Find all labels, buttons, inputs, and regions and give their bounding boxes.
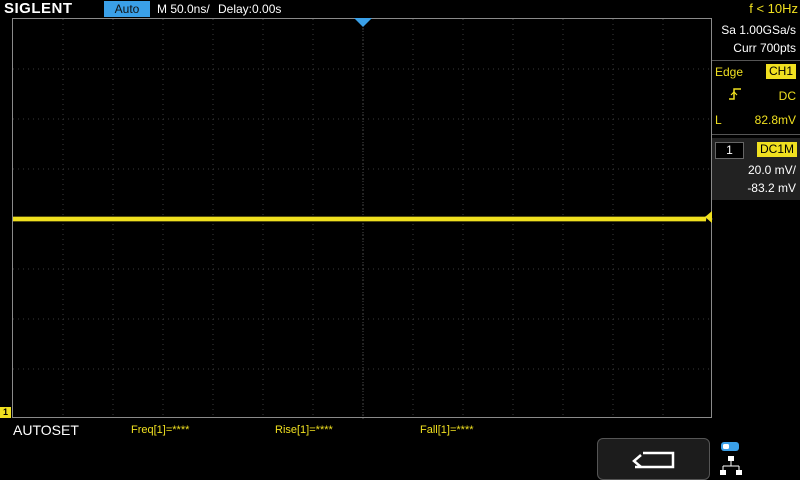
trigger-level-value[interactable]: 82.8mV xyxy=(755,112,796,128)
trigger-level-label: L xyxy=(715,113,722,127)
sample-rate: Sa 1.00GSa/s xyxy=(721,23,796,37)
memory-depth: Curr 700pts xyxy=(733,41,796,55)
return-button[interactable] xyxy=(597,438,710,480)
brand-logo: SIGLENT xyxy=(4,0,73,17)
frequency-counter: f < 10Hz xyxy=(749,1,798,16)
channel1-offset[interactable]: -83.2 mV xyxy=(747,180,796,196)
channel1-scale[interactable]: 20.0 mV/ xyxy=(748,162,796,178)
divider xyxy=(712,60,800,61)
ch1-ground-marker[interactable]: 1 xyxy=(0,407,11,418)
timebase-readout[interactable]: M 50.0ns/ xyxy=(157,1,210,17)
waveform-grid[interactable] xyxy=(12,18,713,419)
channel1-coupling[interactable]: DC1M xyxy=(757,142,797,157)
trigger-level-marker[interactable] xyxy=(705,211,712,223)
autoset-label: AUTOSET xyxy=(13,422,79,438)
rising-edge-icon xyxy=(729,88,741,100)
divider xyxy=(712,134,800,135)
trigger-coupling[interactable]: DC xyxy=(779,88,796,104)
run-status-badge[interactable]: Auto xyxy=(104,1,150,17)
trigger-source[interactable]: CH1 xyxy=(766,64,796,79)
trigger-position-marker[interactable] xyxy=(354,18,372,27)
ch1-waveform-noise xyxy=(13,216,706,222)
trigger-type[interactable]: Edge xyxy=(715,64,743,80)
channel1-number[interactable]: 1 xyxy=(715,142,744,159)
measurement-frequency: Freq[1]=**** xyxy=(131,424,190,436)
grid-lines xyxy=(13,19,713,419)
return-arrow-icon xyxy=(632,451,675,469)
delay-readout[interactable]: Delay:0.00s xyxy=(218,1,281,17)
network-icon xyxy=(720,442,742,475)
measurement-rise-time: Rise[1]=**** xyxy=(275,424,333,436)
measurement-fall-time: Fall[1]=**** xyxy=(420,424,474,436)
